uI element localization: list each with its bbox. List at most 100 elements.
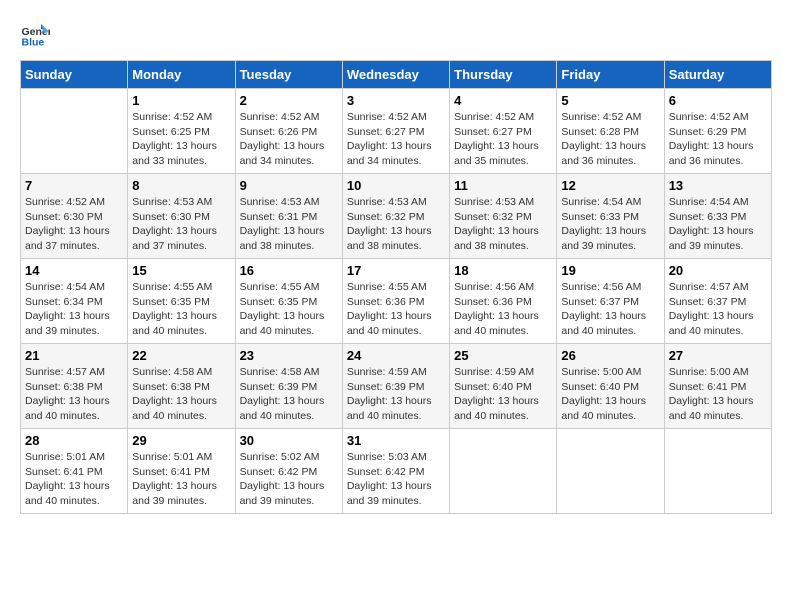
- weekday-header-friday: Friday: [557, 61, 664, 89]
- calendar-cell: [557, 429, 664, 514]
- cell-content: Sunrise: 4:55 AM Sunset: 6:35 PM Dayligh…: [240, 280, 338, 339]
- cell-content: Sunrise: 5:00 AM Sunset: 6:40 PM Dayligh…: [561, 365, 659, 424]
- weekday-header-row: SundayMondayTuesdayWednesdayThursdayFrid…: [21, 61, 772, 89]
- day-number: 30: [240, 433, 338, 448]
- cell-content: Sunrise: 4:56 AM Sunset: 6:37 PM Dayligh…: [561, 280, 659, 339]
- day-number: 9: [240, 178, 338, 193]
- day-number: 14: [25, 263, 123, 278]
- logo: General Blue: [20, 20, 54, 50]
- calendar-cell: 4 Sunrise: 4:52 AM Sunset: 6:27 PM Daylig…: [450, 89, 557, 174]
- cell-content: Sunrise: 4:58 AM Sunset: 6:38 PM Dayligh…: [132, 365, 230, 424]
- calendar-table: SundayMondayTuesdayWednesdayThursdayFrid…: [20, 60, 772, 514]
- cell-content: Sunrise: 4:54 AM Sunset: 6:33 PM Dayligh…: [561, 195, 659, 254]
- calendar-week-row: 7 Sunrise: 4:52 AM Sunset: 6:30 PM Daylig…: [21, 174, 772, 259]
- day-number: 12: [561, 178, 659, 193]
- day-number: 19: [561, 263, 659, 278]
- logo-icon: General Blue: [20, 20, 50, 50]
- weekday-header-saturday: Saturday: [664, 61, 771, 89]
- calendar-cell: 28 Sunrise: 5:01 AM Sunset: 6:41 PM Dayli…: [21, 429, 128, 514]
- calendar-cell: 26 Sunrise: 5:00 AM Sunset: 6:40 PM Dayli…: [557, 344, 664, 429]
- calendar-week-row: 28 Sunrise: 5:01 AM Sunset: 6:41 PM Dayli…: [21, 429, 772, 514]
- calendar-body: 1Sunrise: 4:52 AM Sunset: 6:25 PM Daylig…: [21, 89, 772, 514]
- day-number: 31: [347, 433, 445, 448]
- calendar-cell: 15 Sunrise: 4:55 AM Sunset: 6:35 PM Dayli…: [128, 259, 235, 344]
- cell-content: Sunrise: 5:01 AM Sunset: 6:41 PM Dayligh…: [132, 450, 230, 509]
- calendar-cell: 16 Sunrise: 4:55 AM Sunset: 6:35 PM Dayli…: [235, 259, 342, 344]
- cell-content: Sunrise: 4:55 AM Sunset: 6:35 PM Dayligh…: [132, 280, 230, 339]
- calendar-cell: 9Sunrise: 4:53 AM Sunset: 6:31 PM Daylig…: [235, 174, 342, 259]
- calendar-cell: 30 Sunrise: 5:02 AM Sunset: 6:42 PM Dayli…: [235, 429, 342, 514]
- day-number: 22: [132, 348, 230, 363]
- calendar-cell: 29 Sunrise: 5:01 AM Sunset: 6:41 PM Dayli…: [128, 429, 235, 514]
- calendar-cell: [21, 89, 128, 174]
- calendar-cell: 7 Sunrise: 4:52 AM Sunset: 6:30 PM Daylig…: [21, 174, 128, 259]
- cell-content: Sunrise: 4:57 AM Sunset: 6:38 PM Dayligh…: [25, 365, 123, 424]
- day-number: 7: [25, 178, 123, 193]
- day-number: 21: [25, 348, 123, 363]
- day-number: 16: [240, 263, 338, 278]
- cell-content: Sunrise: 4:53 AM Sunset: 6:30 PM Dayligh…: [132, 195, 230, 254]
- weekday-header-wednesday: Wednesday: [342, 61, 449, 89]
- calendar-cell: 14 Sunrise: 4:54 AM Sunset: 6:34 PM Dayli…: [21, 259, 128, 344]
- calendar-cell: 8 Sunrise: 4:53 AM Sunset: 6:30 PM Daylig…: [128, 174, 235, 259]
- calendar-cell: 22 Sunrise: 4:58 AM Sunset: 6:38 PM Dayli…: [128, 344, 235, 429]
- day-number: 18: [454, 263, 552, 278]
- calendar-cell: 31Sunrise: 5:03 AM Sunset: 6:42 PM Dayli…: [342, 429, 449, 514]
- cell-content: Sunrise: 4:55 AM Sunset: 6:36 PM Dayligh…: [347, 280, 445, 339]
- day-number: 2: [240, 93, 338, 108]
- day-number: 5: [561, 93, 659, 108]
- calendar-cell: 24Sunrise: 4:59 AM Sunset: 6:39 PM Dayli…: [342, 344, 449, 429]
- calendar-cell: 11Sunrise: 4:53 AM Sunset: 6:32 PM Dayli…: [450, 174, 557, 259]
- cell-content: Sunrise: 4:54 AM Sunset: 6:33 PM Dayligh…: [669, 195, 767, 254]
- cell-content: Sunrise: 4:53 AM Sunset: 6:32 PM Dayligh…: [347, 195, 445, 254]
- calendar-cell: 1Sunrise: 4:52 AM Sunset: 6:25 PM Daylig…: [128, 89, 235, 174]
- weekday-header-tuesday: Tuesday: [235, 61, 342, 89]
- cell-content: Sunrise: 4:52 AM Sunset: 6:26 PM Dayligh…: [240, 110, 338, 169]
- weekday-header-sunday: Sunday: [21, 61, 128, 89]
- calendar-cell: 18 Sunrise: 4:56 AM Sunset: 6:36 PM Dayli…: [450, 259, 557, 344]
- day-number: 3: [347, 93, 445, 108]
- day-number: 20: [669, 263, 767, 278]
- day-number: 15: [132, 263, 230, 278]
- page-header: General Blue: [20, 20, 772, 50]
- cell-content: Sunrise: 4:56 AM Sunset: 6:36 PM Dayligh…: [454, 280, 552, 339]
- day-number: 6: [669, 93, 767, 108]
- cell-content: Sunrise: 5:02 AM Sunset: 6:42 PM Dayligh…: [240, 450, 338, 509]
- calendar-cell: 12 Sunrise: 4:54 AM Sunset: 6:33 PM Dayli…: [557, 174, 664, 259]
- weekday-header-thursday: Thursday: [450, 61, 557, 89]
- day-number: 4: [454, 93, 552, 108]
- calendar-cell: 27Sunrise: 5:00 AM Sunset: 6:41 PM Dayli…: [664, 344, 771, 429]
- calendar-cell: [450, 429, 557, 514]
- cell-content: Sunrise: 4:52 AM Sunset: 6:27 PM Dayligh…: [454, 110, 552, 169]
- calendar-cell: 10Sunrise: 4:53 AM Sunset: 6:32 PM Dayli…: [342, 174, 449, 259]
- day-number: 26: [561, 348, 659, 363]
- calendar-cell: 13Sunrise: 4:54 AM Sunset: 6:33 PM Dayli…: [664, 174, 771, 259]
- calendar-cell: [664, 429, 771, 514]
- day-number: 8: [132, 178, 230, 193]
- calendar-cell: 25Sunrise: 4:59 AM Sunset: 6:40 PM Dayli…: [450, 344, 557, 429]
- cell-content: Sunrise: 4:52 AM Sunset: 6:30 PM Dayligh…: [25, 195, 123, 254]
- svg-text:Blue: Blue: [22, 37, 45, 49]
- calendar-cell: 23 Sunrise: 4:58 AM Sunset: 6:39 PM Dayli…: [235, 344, 342, 429]
- day-number: 25: [454, 348, 552, 363]
- day-number: 28: [25, 433, 123, 448]
- day-number: 24: [347, 348, 445, 363]
- cell-content: Sunrise: 4:58 AM Sunset: 6:39 PM Dayligh…: [240, 365, 338, 424]
- day-number: 27: [669, 348, 767, 363]
- calendar-week-row: 14 Sunrise: 4:54 AM Sunset: 6:34 PM Dayli…: [21, 259, 772, 344]
- calendar-cell: 19 Sunrise: 4:56 AM Sunset: 6:37 PM Dayli…: [557, 259, 664, 344]
- day-number: 23: [240, 348, 338, 363]
- cell-content: Sunrise: 4:52 AM Sunset: 6:28 PM Dayligh…: [561, 110, 659, 169]
- calendar-cell: 6Sunrise: 4:52 AM Sunset: 6:29 PM Daylig…: [664, 89, 771, 174]
- cell-content: Sunrise: 5:01 AM Sunset: 6:41 PM Dayligh…: [25, 450, 123, 509]
- weekday-header-monday: Monday: [128, 61, 235, 89]
- calendar-cell: 2 Sunrise: 4:52 AM Sunset: 6:26 PM Daylig…: [235, 89, 342, 174]
- day-number: 29: [132, 433, 230, 448]
- cell-content: Sunrise: 4:52 AM Sunset: 6:25 PM Dayligh…: [132, 110, 230, 169]
- cell-content: Sunrise: 4:53 AM Sunset: 6:32 PM Dayligh…: [454, 195, 552, 254]
- cell-content: Sunrise: 4:52 AM Sunset: 6:27 PM Dayligh…: [347, 110, 445, 169]
- cell-content: Sunrise: 4:54 AM Sunset: 6:34 PM Dayligh…: [25, 280, 123, 339]
- calendar-cell: 5 Sunrise: 4:52 AM Sunset: 6:28 PM Daylig…: [557, 89, 664, 174]
- calendar-week-row: 1Sunrise: 4:52 AM Sunset: 6:25 PM Daylig…: [21, 89, 772, 174]
- calendar-week-row: 21 Sunrise: 4:57 AM Sunset: 6:38 PM Dayli…: [21, 344, 772, 429]
